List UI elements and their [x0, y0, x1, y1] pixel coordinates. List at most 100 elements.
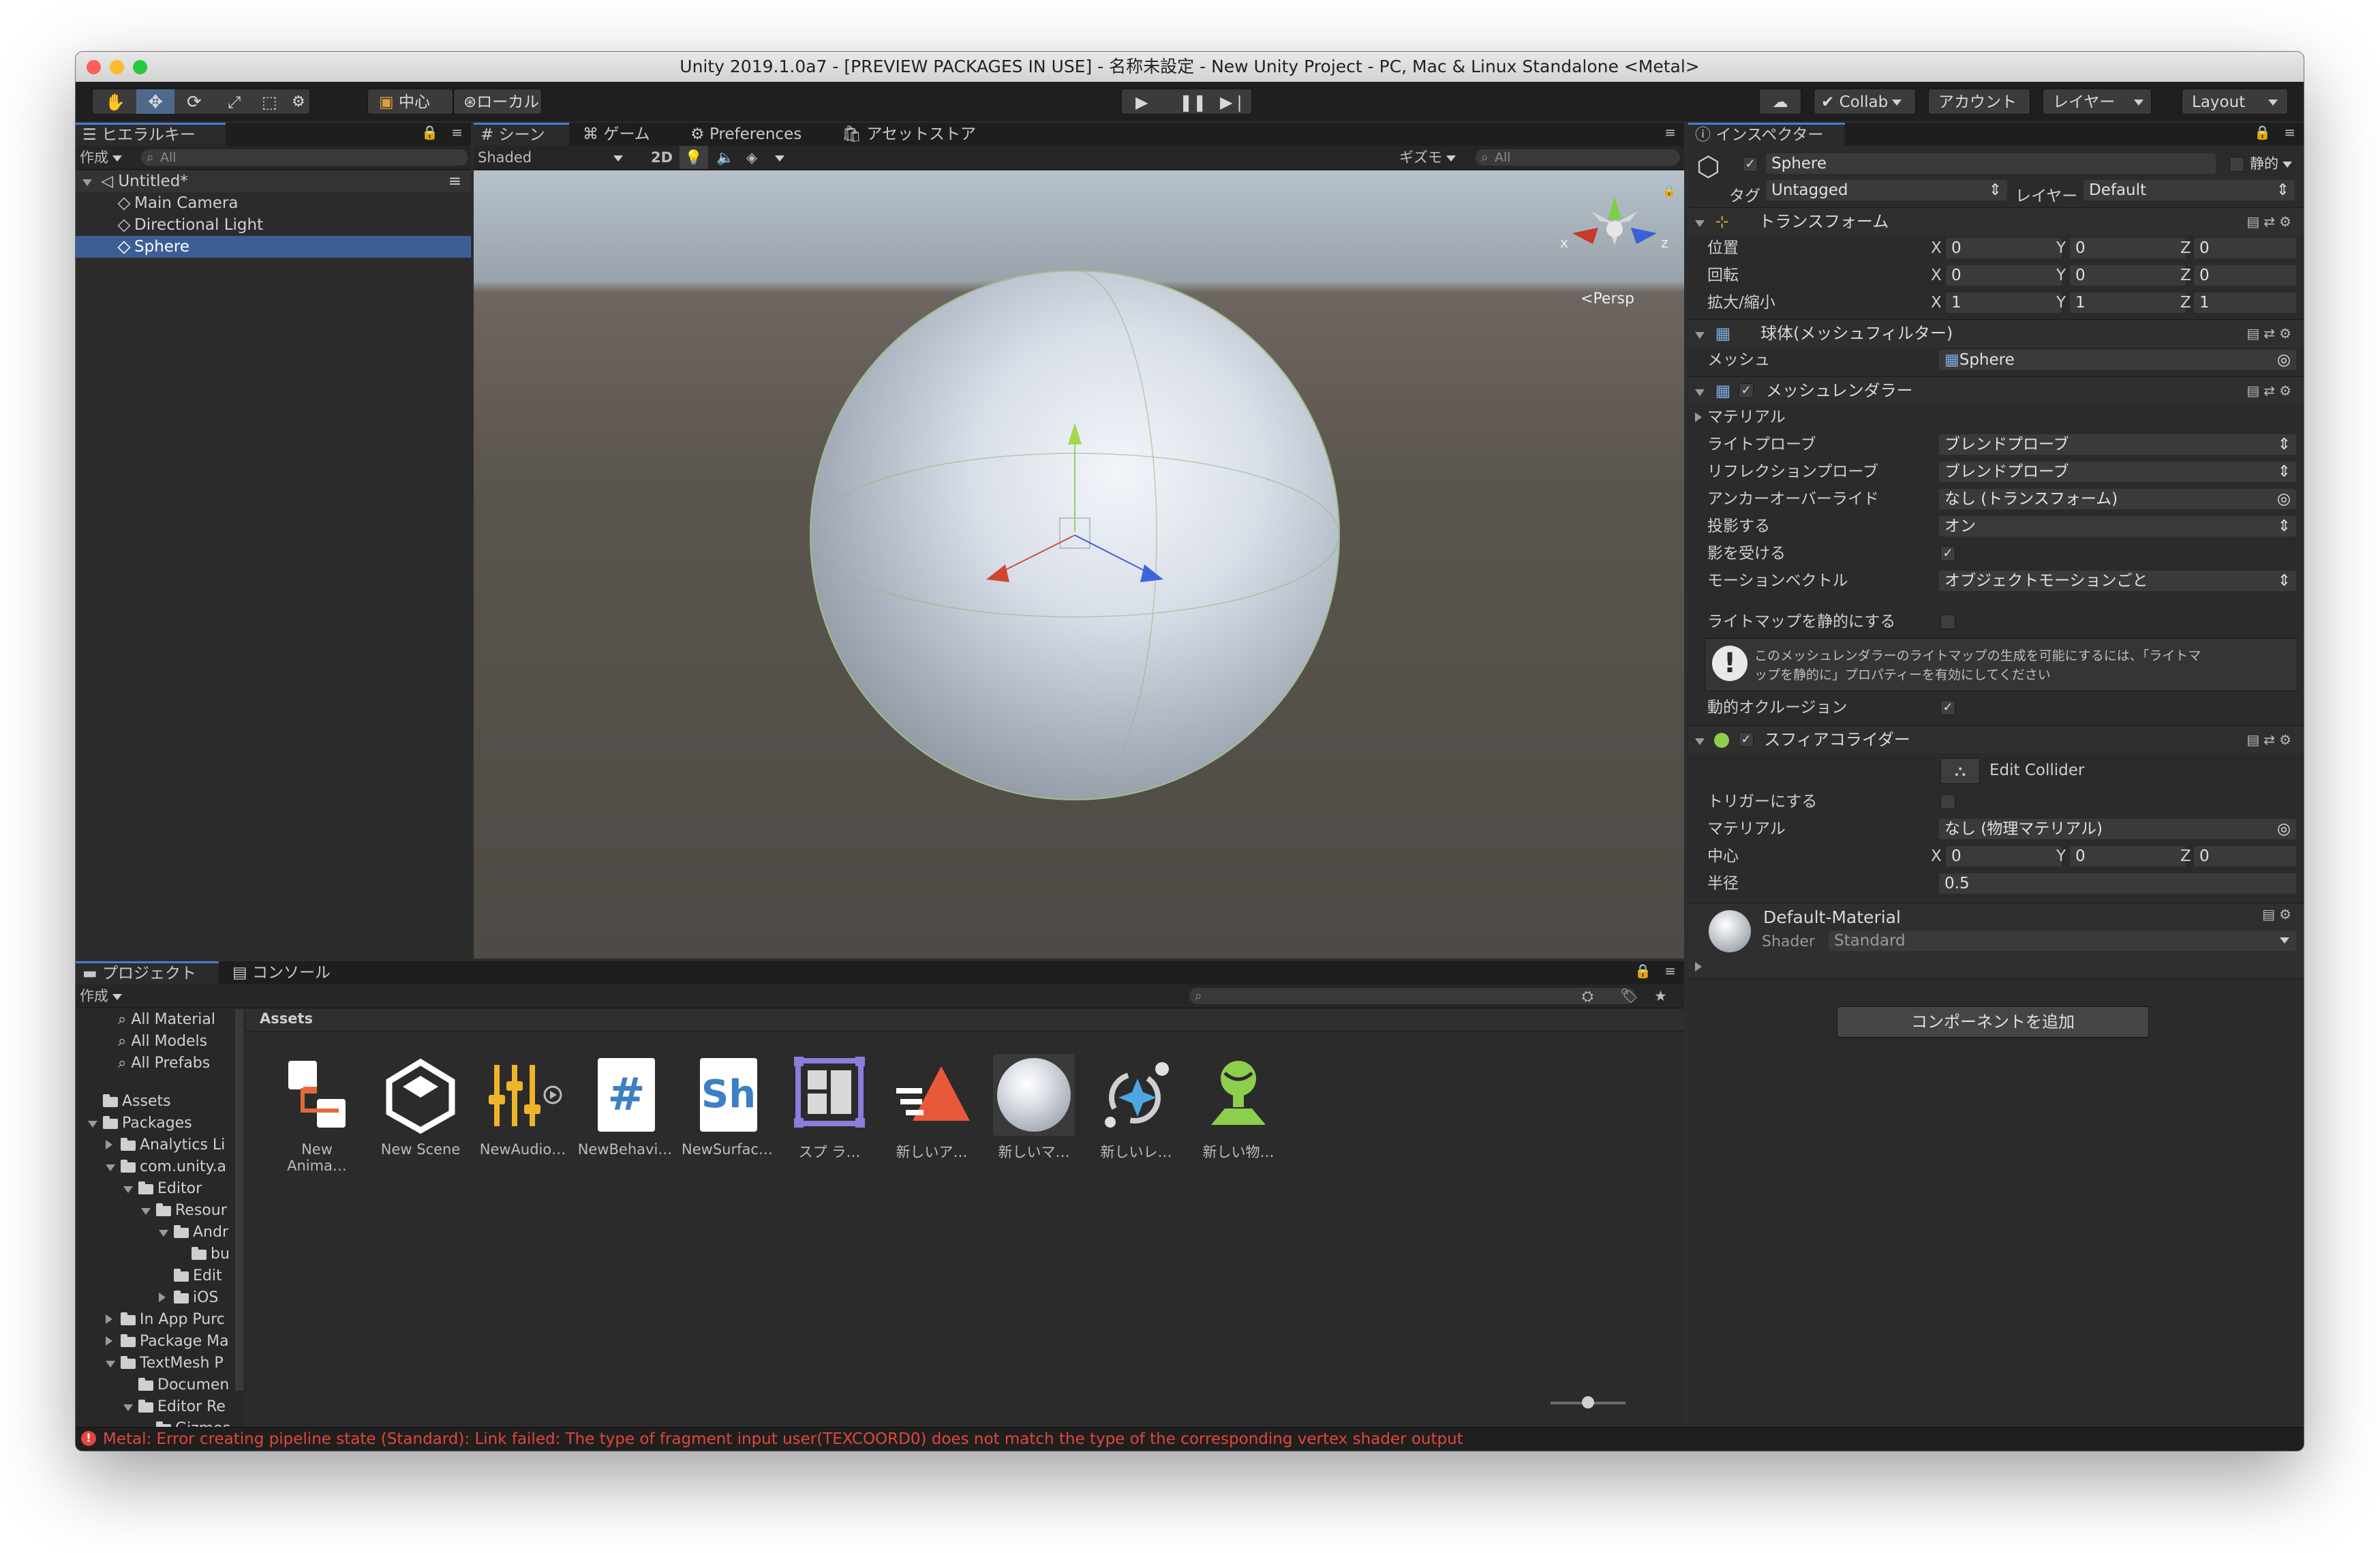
- lock-icon[interactable]: 🔒: [1662, 184, 1676, 197]
- scale-z-field[interactable]: 1: [2194, 292, 2296, 313]
- lock-icon[interactable]: 🔒: [1634, 963, 1651, 979]
- label-tag-icon[interactable]: 🏷: [1620, 984, 1638, 1008]
- asset-tile[interactable]: スプ ラ…: [782, 1054, 877, 1162]
- folder-item[interactable]: Resour: [76, 1200, 243, 1222]
- shader-dropdown[interactable]: Standard: [1829, 931, 2296, 951]
- orientation-gizmo[interactable]: [1572, 196, 1657, 245]
- fold-arrow-icon[interactable]: [1695, 412, 1702, 422]
- tab-hierarchy[interactable]: ☰ ヒエラルキー: [76, 123, 226, 146]
- target-icon[interactable]: ◎: [2277, 350, 2291, 370]
- hierarchy-item-main-camera[interactable]: Main Camera: [76, 192, 471, 214]
- mesh-renderer-header[interactable]: ▦ ✓ メッシュレンダラー ▤⇄⚙: [1688, 376, 2304, 404]
- gear-icon[interactable]: ⚙: [2279, 382, 2295, 399]
- close-window-button[interactable]: [87, 60, 101, 74]
- rotate-tool-icon[interactable]: ⟳: [187, 89, 202, 115]
- target-icon[interactable]: ◎: [2277, 489, 2291, 509]
- receive-shadows-checkbox[interactable]: ✓: [1940, 546, 1955, 561]
- cast-shadows-dropdown[interactable]: オン ⇕: [1939, 516, 2296, 537]
- hierarchy-search-input[interactable]: ⌕ All: [141, 149, 468, 166]
- light-probes-dropdown[interactable]: ブレンドプローブ ⇕: [1939, 434, 2296, 455]
- favorite-item[interactable]: ⌕ All Material: [76, 1009, 243, 1031]
- add-component-button[interactable]: コンポーネントを追加: [1837, 1006, 2149, 1038]
- static-checkbox[interactable]: [2229, 157, 2244, 172]
- folder-item[interactable]: TextMesh P: [76, 1353, 243, 1374]
- zoom-window-button[interactable]: [133, 60, 147, 74]
- collab-dropdown[interactable]: ✔ Collab: [1814, 89, 1916, 115]
- filter-type-icon[interactable]: ⛭: [1582, 984, 1593, 1008]
- scale-x-field[interactable]: 1: [1946, 292, 2062, 313]
- tag-dropdown[interactable]: Untagged ⇕: [1766, 180, 2007, 200]
- scene-viewport[interactable]: x z 🔒 <Persp: [474, 170, 1684, 959]
- object-name-field[interactable]: Sphere: [1766, 153, 2216, 174]
- tab-inspector[interactable]: ⓘ インスペクター: [1688, 123, 1845, 146]
- asset-tile[interactable]: # NewBehavi…: [577, 1054, 673, 1158]
- rotation-y-field[interactable]: 0: [2070, 265, 2186, 286]
- folder-item[interactable]: bu: [76, 1243, 243, 1265]
- folder-item[interactable]: com.unity.a: [76, 1156, 243, 1178]
- tab-project[interactable]: ▬ プロジェクト: [76, 961, 219, 984]
- lock-icon[interactable]: 🔒: [2254, 124, 2271, 140]
- panel-menu-icon[interactable]: ≡: [1664, 124, 1676, 140]
- center-z-field[interactable]: 0: [2194, 846, 2296, 866]
- asset-tile[interactable]: New Anima…: [269, 1054, 365, 1174]
- trigger-checkbox[interactable]: [1940, 794, 1955, 809]
- tab-console[interactable]: ▤ コンソール: [226, 961, 362, 984]
- expand-arrow-icon[interactable]: [82, 179, 92, 186]
- component-tools[interactable]: ▤⇄⚙: [2246, 208, 2295, 235]
- gizmos-dropdown[interactable]: ギズモ: [1399, 146, 1456, 169]
- asset-tile[interactable]: 新しいマ…: [986, 1054, 1082, 1162]
- folder-item[interactable]: Editor Re: [76, 1396, 243, 1418]
- rotation-x-field[interactable]: 0: [1946, 265, 2062, 286]
- layout-dropdown[interactable]: Layout: [2182, 89, 2288, 115]
- hierarchy-item-directional-light[interactable]: Directional Light: [76, 214, 471, 236]
- folder-item[interactable]: Package Ma: [76, 1331, 243, 1353]
- target-icon[interactable]: ◎: [2277, 819, 2291, 839]
- center-y-field[interactable]: 0: [2070, 846, 2186, 866]
- effects-dropdown[interactable]: [771, 146, 784, 169]
- pause-button[interactable]: ❚❚: [1179, 89, 1206, 115]
- gear-icon[interactable]: ⚙: [2279, 906, 2295, 922]
- layer-dropdown[interactable]: Default ⇕: [2084, 180, 2295, 200]
- scale-tool-icon[interactable]: ⤢: [228, 89, 241, 115]
- static-dropdown[interactable]: 静的: [2250, 153, 2292, 173]
- scene-menu-icon[interactable]: ≡: [448, 170, 461, 192]
- pivot-toggle[interactable]: ▣ 中心: [367, 89, 453, 115]
- scale-y-field[interactable]: 1: [2070, 292, 2186, 313]
- expanded-arrow-icon[interactable]: [88, 1113, 103, 1134]
- preset-icon[interactable]: ⇄: [2263, 213, 2279, 230]
- status-bar[interactable]: ! Metal: Error creating pipeline state (…: [76, 1427, 2304, 1451]
- position-y-field[interactable]: 0: [2070, 238, 2186, 258]
- active-checkbox[interactable]: ✓: [1743, 157, 1758, 172]
- effects-toggle-icon[interactable]: ◈: [746, 146, 757, 169]
- lighting-toggle-icon[interactable]: 💡: [680, 146, 708, 169]
- projection-toggle[interactable]: <Persp: [1581, 290, 1634, 307]
- folder-item[interactable]: Editor: [76, 1178, 243, 1200]
- sphere-collider-header[interactable]: ✓ スフィアコライダー ▤⇄⚙: [1688, 725, 2304, 753]
- tab-preferences[interactable]: ⚙ Preferences: [684, 123, 827, 146]
- material-tools[interactable]: ▤⚙: [2262, 906, 2295, 922]
- hierarchy-item-sphere[interactable]: Sphere: [76, 236, 471, 258]
- mesh-renderer-enabled-checkbox[interactable]: ✓: [1739, 383, 1754, 398]
- lock-icon[interactable]: 🔒: [421, 124, 438, 140]
- component-tools[interactable]: ▤⇄⚙: [2246, 377, 2295, 404]
- folder-item[interactable]: Assets: [76, 1091, 243, 1113]
- shading-mode-dropdown[interactable]: Shaded: [478, 146, 635, 169]
- book-icon[interactable]: ▤: [2246, 325, 2263, 342]
- folder-item[interactable]: iOS: [76, 1287, 243, 1309]
- asset-tile[interactable]: 新しい物…: [1191, 1054, 1286, 1162]
- move-tool-icon[interactable]: ✥: [136, 89, 174, 114]
- folder-item[interactable]: Andr: [76, 1222, 243, 1243]
- create-dropdown[interactable]: 作成: [80, 984, 122, 1008]
- position-z-field[interactable]: 0: [2194, 238, 2296, 258]
- gear-icon[interactable]: ⚙: [2279, 213, 2295, 230]
- expanded-arrow-icon[interactable]: [123, 1178, 138, 1200]
- gear-icon[interactable]: ⚙: [2279, 732, 2295, 748]
- collapsed-arrow-icon[interactable]: [159, 1287, 174, 1309]
- step-button[interactable]: ▶❘: [1220, 89, 1247, 115]
- folder-item[interactable]: Documen: [76, 1374, 243, 1396]
- collapsed-arrow-icon[interactable]: [106, 1309, 121, 1331]
- favorite-item[interactable]: ⌕ All Prefabs: [76, 1053, 243, 1074]
- fold-arrow-icon[interactable]: [1695, 389, 1705, 396]
- asset-tile[interactable]: Sh NewSurfac…: [680, 1054, 775, 1158]
- panel-menu-icon[interactable]: ≡: [1664, 963, 1676, 979]
